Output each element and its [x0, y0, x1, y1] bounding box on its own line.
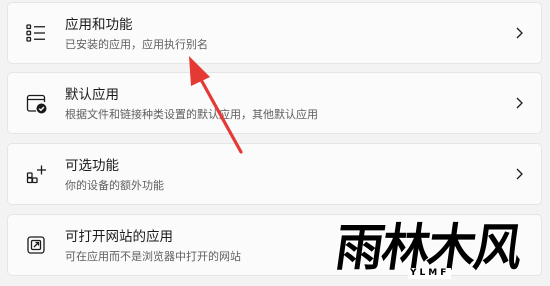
settings-item-optional-features[interactable]: 可选功能 你的设备的额外功能 — [7, 143, 542, 205]
optional-features-icon — [24, 162, 48, 186]
watermark-logo: 雨林木风 YLMF — [332, 219, 546, 284]
apps-for-websites-icon — [24, 233, 48, 257]
settings-item-title: 可选功能 — [65, 158, 119, 174]
default-apps-icon — [24, 91, 48, 115]
settings-item-subtitle: 你的设备的额外功能 — [65, 179, 164, 192]
settings-item-title: 默认应用 — [65, 87, 119, 103]
chevron-right-icon — [513, 165, 527, 183]
settings-item-title: 可打开网站的应用 — [65, 229, 173, 245]
settings-item-title: 应用和功能 — [65, 17, 133, 33]
settings-item-subtitle: 可在应用而不是浏览器中打开的网站 — [65, 250, 241, 263]
apps-list-icon — [24, 21, 48, 45]
settings-item-subtitle: 已安装的应用，应用执行别名 — [65, 38, 208, 51]
settings-item-default-apps[interactable]: 默认应用 根据文件和链接种类设置的默认应用，其他默认应用 — [7, 72, 542, 134]
settings-item-apps-features[interactable]: 应用和功能 已安装的应用，应用执行别名 — [7, 2, 542, 64]
chevron-right-icon — [513, 24, 527, 42]
watermark-subtext: YLMF — [408, 268, 452, 279]
settings-item-subtitle: 根据文件和链接种类设置的默认应用，其他默认应用 — [65, 108, 318, 121]
chevron-right-icon — [513, 94, 527, 112]
